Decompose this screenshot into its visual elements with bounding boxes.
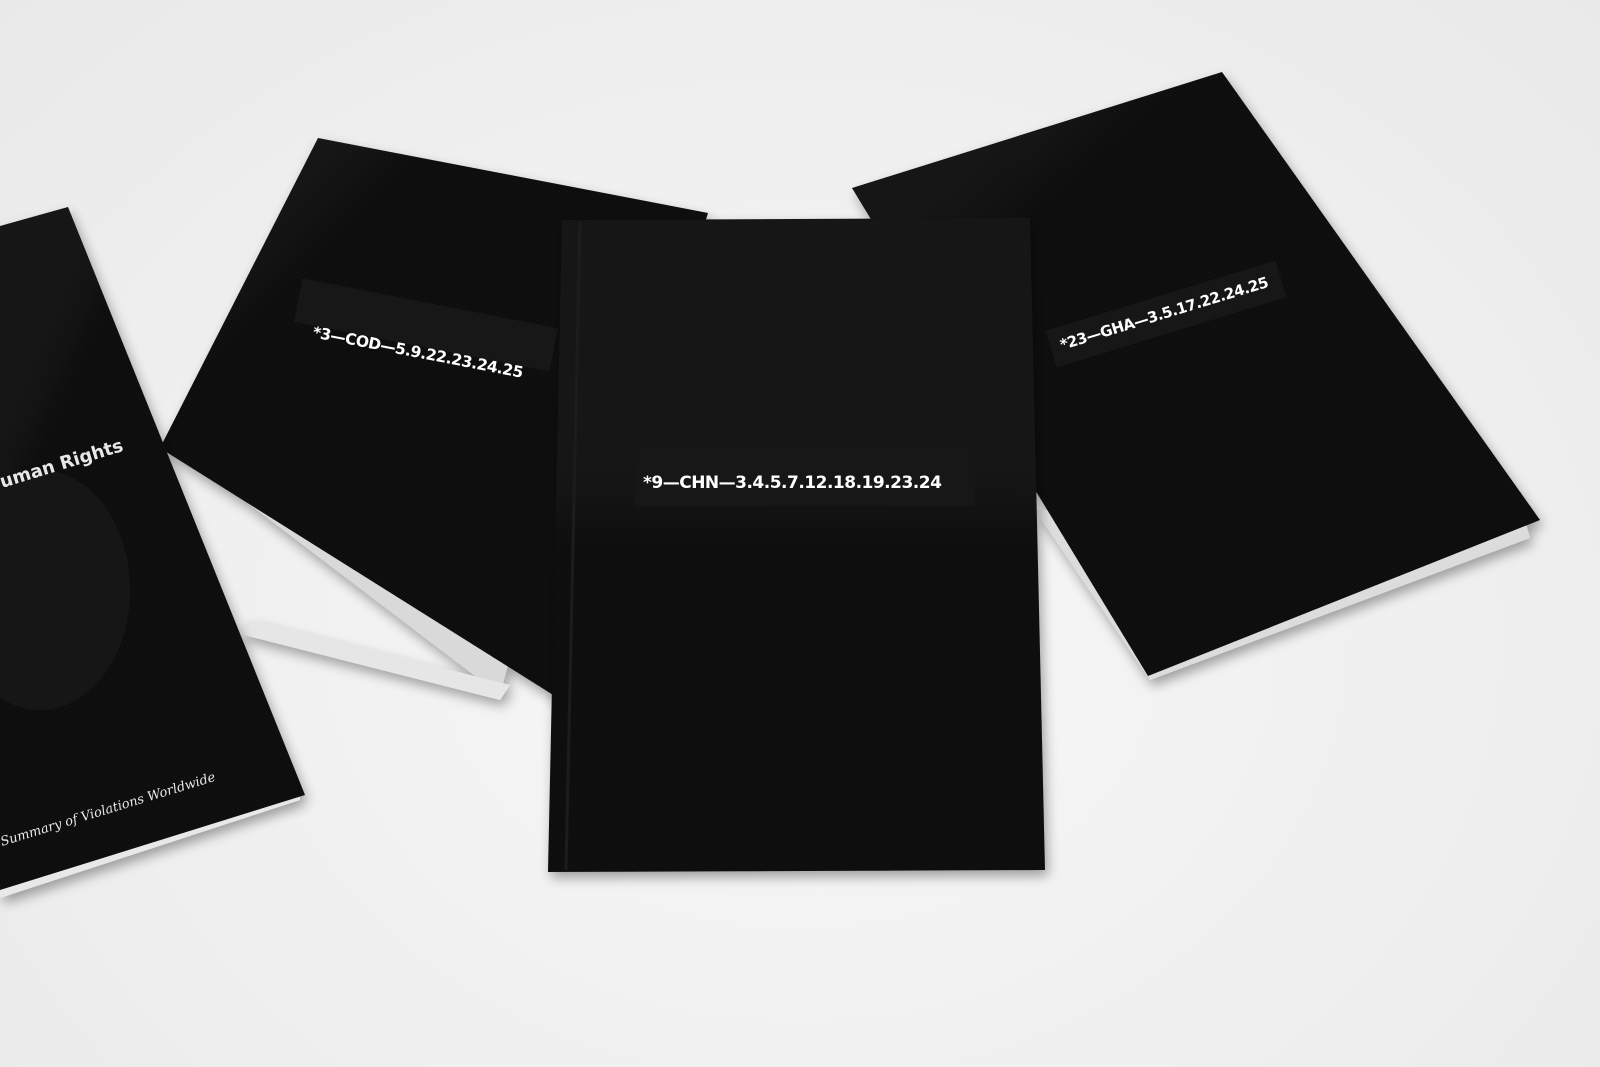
book-code-chn: *9—CHN—3.4.5.7.12.18.19.23.24 bbox=[643, 473, 942, 493]
photo-scene: *3—COD—5.9.22.23.24.25 *23—GHA—3.5.17.22… bbox=[0, 0, 1600, 1067]
books-photo: *3—COD—5.9.22.23.24.25 *23—GHA—3.5.17.22… bbox=[0, 72, 1540, 898]
center-book: *9—CHN—3.4.5.7.12.18.19.23.24 bbox=[548, 218, 1045, 872]
